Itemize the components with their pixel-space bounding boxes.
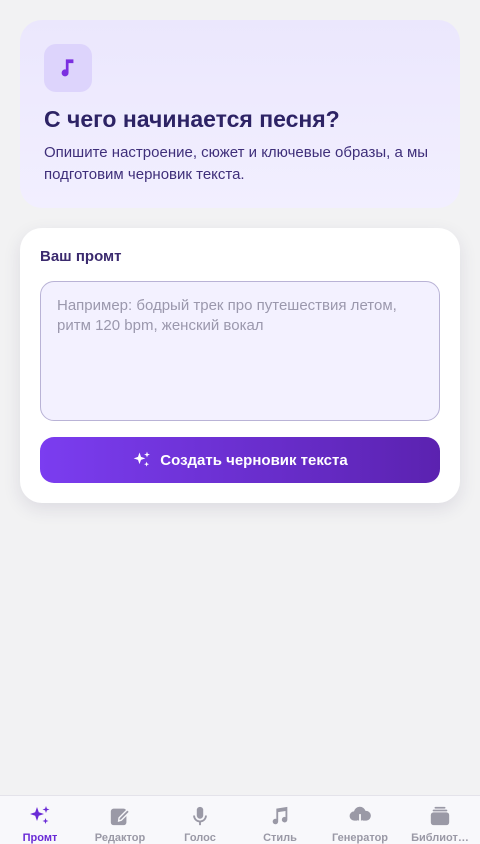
tab-editor[interactable]: Редактор [80, 796, 160, 844]
sparkles-icon [28, 804, 52, 828]
library-icon [428, 804, 452, 828]
tab-label: Голос [184, 832, 216, 844]
page-title: С чего начинается песня? [44, 106, 340, 132]
tab-label: Промт [22, 832, 58, 844]
tab-library[interactable]: Библиот… [400, 796, 480, 844]
bottom-tabbar: Промт Редактор Голос Стиль Генератор Биб… [0, 795, 480, 844]
tab-label: Генератор [331, 832, 389, 844]
music-note-icon [268, 804, 292, 828]
tab-prompt[interactable]: Промт [0, 796, 80, 844]
create-draft-label: Создать черновик текста [160, 451, 348, 469]
music-note-icon [44, 44, 92, 92]
sparkles-icon [132, 450, 152, 470]
tab-voice[interactable]: Голос [160, 796, 240, 844]
prompt-label: Ваш промт [40, 248, 122, 265]
cloud-icon [348, 804, 372, 828]
tab-label: Стиль [263, 832, 297, 844]
tab-label: Редактор [94, 832, 146, 844]
page-description: Опишите настроение, сюжет и ключевые обр… [44, 144, 429, 183]
tab-style[interactable]: Стиль [240, 796, 320, 844]
prompt-input[interactable] [40, 281, 440, 421]
edit-icon [108, 804, 132, 828]
tab-generator[interactable]: Генератор [320, 796, 400, 844]
prompt-card: Ваш промт Создать черновик текста [20, 228, 460, 503]
create-draft-button[interactable]: Создать черновик текста [40, 437, 440, 483]
tab-label: Библиот… [411, 832, 469, 844]
hero-card: С чего начинается песня? Опишите настрое… [20, 20, 460, 208]
microphone-icon [188, 804, 212, 828]
